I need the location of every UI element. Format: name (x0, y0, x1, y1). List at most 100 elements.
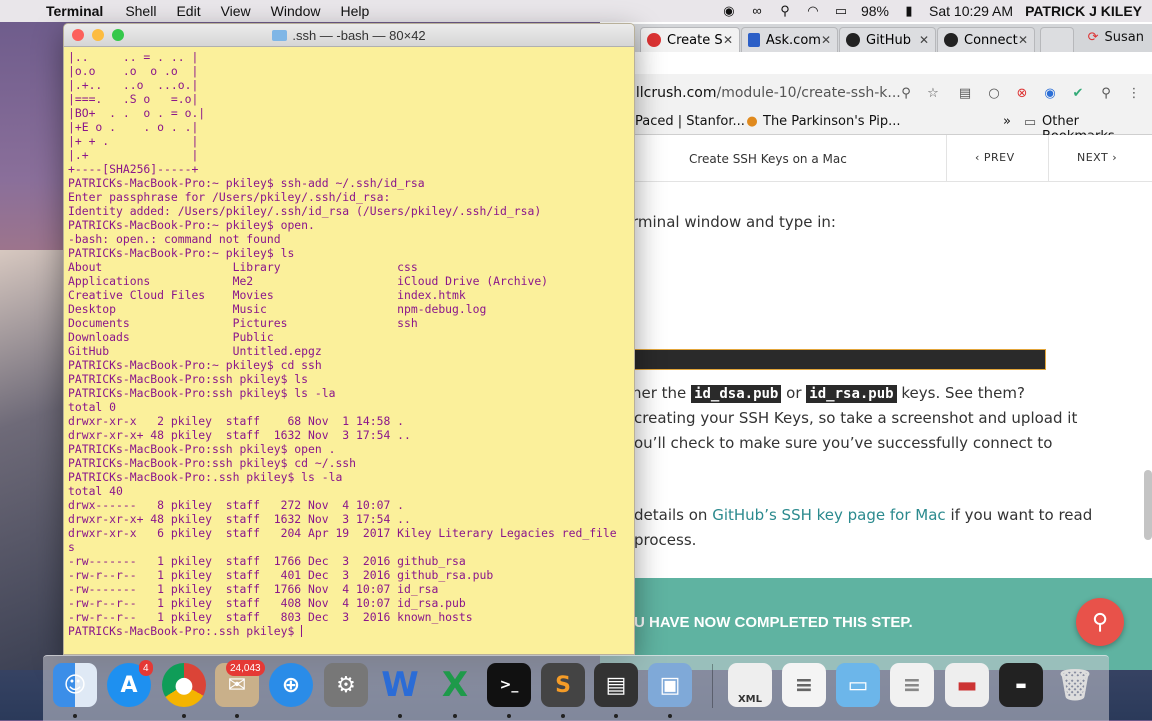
finder-icon[interactable]: ☺ (53, 663, 97, 707)
github-ssh-link[interactable]: GitHub’s SSH key page for Mac (712, 506, 945, 524)
lesson-nav (600, 135, 1152, 182)
next-button[interactable]: NEXT › (1077, 151, 1117, 164)
extension-icon[interactable]: ▤ (957, 86, 973, 102)
scrollbar[interactable] (1144, 470, 1152, 540)
text-fragment: if you want to read (950, 506, 1093, 524)
search-fab-button[interactable]: ⚲ (1076, 598, 1124, 646)
airplay-icon[interactable]: ▭ (833, 4, 849, 18)
bookmark-paced[interactable]: Paced | Stanfor... (635, 114, 745, 129)
text-fragment: keys. See them? (901, 384, 1025, 402)
user-name[interactable]: PATRICK J KILEY (1025, 3, 1142, 19)
system-preferences-icon[interactable]: ⚙ (324, 663, 368, 707)
terminal-prompt[interactable]: PATRICKs-MacBook-Pro:.ssh pkiley$ (68, 624, 630, 638)
terminal-line: GitHub Untitled.epgz (68, 344, 322, 358)
bookmark-star-icon[interactable]: ☆ (925, 86, 941, 102)
extension-icon[interactable]: ⊗ (1014, 86, 1030, 102)
close-tab-icon[interactable]: ✕ (919, 33, 929, 47)
tab-label: Ask.com (765, 32, 821, 48)
bookmark-parkinsons[interactable]: The Parkinson's Pip... (763, 114, 901, 129)
profile-button[interactable]: ⟳ Susan (1088, 30, 1144, 45)
menu-view[interactable]: View (221, 3, 251, 19)
prev-button[interactable]: ‹ PREV (975, 151, 1015, 164)
terminal-line: PATRICKs-MacBook-Pro:.ssh pkiley$ ls -la (68, 470, 343, 484)
preview-icon[interactable]: ▣ (648, 663, 692, 707)
status-menu-icon[interactable]: ◉ (721, 4, 737, 18)
extension-icon[interactable]: ◉ (1042, 86, 1058, 102)
menu-app-terminal[interactable]: Terminal (46, 3, 103, 19)
close-tab-icon[interactable]: ✕ (821, 33, 831, 47)
extension-icon[interactable]: ○ (986, 86, 1002, 102)
inline-code: id_rsa.pub (806, 385, 897, 403)
chrome-icon[interactable]: ● (162, 663, 206, 707)
terminal-titlebar[interactable]: .ssh — -bash — 80×42 (64, 24, 634, 47)
extension-icon[interactable]: ⚲ (1098, 86, 1114, 102)
running-indicator (235, 714, 239, 718)
spotlight-icon[interactable]: ⚲ (777, 4, 793, 18)
terminal-line: -rw-r--r-- 1 pkiley staff 408 Nov 4 10:0… (68, 596, 466, 610)
terminal-line: drwxr-xr-x 2 pkiley staff 68 Nov 1 14:58… (68, 414, 405, 428)
document-stack-icon[interactable]: ≡ (890, 663, 934, 707)
tab-create-ssh[interactable]: Create S ✕ (640, 27, 740, 52)
terminal-line: PATRICKs-MacBook-Pro:~ pkiley$ ls (68, 246, 295, 260)
tab-connect[interactable]: Connect ✕ (937, 27, 1035, 52)
terminal-window[interactable]: .ssh — -bash — 80×42 |.. .. = . .. | |o.o… (63, 23, 635, 655)
sublime-text-icon[interactable]: S (541, 663, 585, 707)
tab-ask[interactable]: Ask.com ✕ (741, 27, 838, 52)
chevron-right-icon: › (1108, 151, 1118, 164)
terminal-title: .ssh — -bash — 80×42 (64, 28, 634, 43)
terminal-icon[interactable]: >_ (487, 663, 531, 707)
close-tab-icon[interactable]: ✕ (723, 33, 733, 47)
menu-shell[interactable]: Shell (125, 3, 156, 19)
screenshot-stack-icon[interactable]: ▬ (945, 663, 989, 707)
battery-percent[interactable]: 98% (861, 3, 889, 19)
menu-window[interactable]: Window (271, 3, 321, 19)
terminal-line: Desktop Music npm-debug.log (68, 302, 487, 316)
tab-github[interactable]: GitHub ✕ (839, 27, 936, 52)
tab-favicon-icon (647, 33, 661, 47)
creative-cloud-icon[interactable]: ∞ (749, 4, 765, 18)
lesson-text: rminal window and type in: (632, 213, 836, 231)
terminal-line: drwxr-xr-x 6 pkiley staff 204 Apr 19 201… (68, 526, 617, 540)
trash-icon[interactable]: 🗑 (1053, 663, 1097, 707)
terminal-title-text: .ssh — -bash — 80×42 (292, 28, 426, 43)
lesson-title: Create SSH Keys on a Mac (689, 152, 847, 166)
menu-edit[interactable]: Edit (176, 3, 200, 19)
printer-icon[interactable]: ▤ (594, 663, 638, 707)
close-tab-icon[interactable]: ✕ (1018, 33, 1028, 47)
excel-icon[interactable]: X (433, 663, 477, 707)
terminal-line: Documents Pictures ssh (68, 316, 418, 330)
prompt-text: PATRICKs-MacBook-Pro:.ssh pkiley$ (68, 624, 302, 638)
lesson-text: process. (634, 531, 697, 549)
running-indicator (398, 714, 402, 718)
safari-icon[interactable]: ⊕ (269, 663, 313, 707)
lesson-text: her the id_dsa.pub or id_rsa.pub keys. S… (632, 384, 1025, 403)
url-path: /module-10/create-ssh-k... (716, 85, 901, 101)
ask-favicon-icon (748, 33, 760, 47)
mail-badge: 24,043 (226, 660, 265, 676)
terminal-line: Enter passphrase for /Users/pkiley/.ssh/… (68, 190, 391, 204)
text-fragment: details on (634, 506, 708, 524)
new-tab-button[interactable] (1040, 27, 1074, 52)
running-indicator (182, 714, 186, 718)
address-bar[interactable]: illcrush.com/module-10/create-ssh-k... (632, 85, 901, 101)
battery-icon[interactable]: ▮ (901, 4, 917, 18)
terminal-line: PATRICKs-MacBook-Pro:~ pkiley$ open. (68, 218, 315, 232)
text-cursor (301, 625, 303, 637)
menu-dots-icon[interactable]: ⋮ (1126, 86, 1142, 102)
bookmarks-overflow-icon[interactable]: » (1003, 114, 1011, 129)
menu-help[interactable]: Help (340, 3, 369, 19)
word-icon[interactable]: W (378, 663, 422, 707)
terminal-window-thumb-icon[interactable]: ▬ (999, 663, 1043, 707)
terminal-line: PATRICKs-MacBook-Pro:~ pkiley$ cd ssh (68, 358, 322, 372)
extension-icon[interactable]: ✔ (1070, 86, 1086, 102)
zoom-icon[interactable]: ⚲ (898, 86, 914, 102)
terminal-line: Downloads Public (68, 330, 274, 344)
terminal-line: s (68, 540, 75, 554)
wifi-icon[interactable]: ◠ (805, 4, 821, 18)
terminal-line: -rw-r--r-- 1 pkiley staff 803 Dec 3 2016… (68, 610, 473, 624)
xml-file-icon[interactable]: XML (728, 663, 772, 707)
folder-icon[interactable]: ▭ (836, 663, 880, 707)
clock[interactable]: Sat 10:29 AM (929, 3, 1013, 19)
terminal-output[interactable]: |.. .. = . .. | |o.o .o o .o | |.+.. ..o .… (68, 50, 630, 654)
document-icon[interactable]: ≡ (782, 663, 826, 707)
